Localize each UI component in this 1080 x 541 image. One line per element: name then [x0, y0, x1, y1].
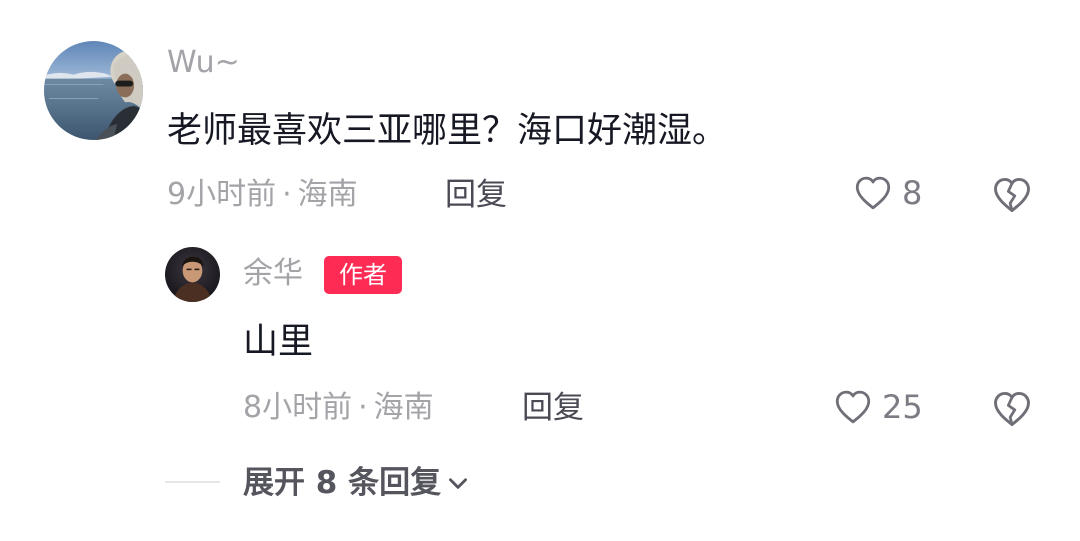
like-button[interactable]: 8 — [852, 172, 922, 214]
broken-heart-icon — [994, 177, 1030, 213]
meta-separator: · — [282, 177, 292, 212]
meta-separator: · — [358, 390, 368, 425]
heart-outline-icon — [855, 176, 891, 210]
reply-text: 山里 — [243, 322, 314, 362]
avatar-portrait-photo — [165, 247, 220, 302]
reply-author-avatar[interactable] — [165, 247, 220, 302]
commenter-avatar[interactable] — [44, 41, 143, 140]
comment-meta: 9小时前 · 海南 — [167, 177, 358, 213]
expand-replies-button[interactable]: 展开 8 条回复 — [243, 463, 471, 503]
comment-text: 老师最喜欢三亚哪里？海口好潮湿。 — [167, 111, 728, 151]
comment-thread: Wu~ 老师最喜欢三亚哪里？海口好潮湿。 9小时前 · 海南 回复 8 余华 作… — [0, 0, 1080, 541]
comment-time: 9小时前 — [167, 177, 277, 212]
avatar-landscape-photo — [44, 41, 143, 140]
expand-divider — [165, 481, 220, 483]
expand-replies-label: 展开 8 条回复 — [243, 465, 442, 501]
reply-time: 8小时前 — [243, 390, 353, 425]
reply-button[interactable]: 回复 — [445, 177, 507, 213]
commenter-username[interactable]: Wu~ — [167, 45, 240, 81]
reply-dislike-button[interactable] — [990, 387, 1034, 431]
reply-location: 海南 — [373, 390, 434, 425]
like-count: 8 — [902, 174, 923, 212]
reply-like-count: 25 — [882, 388, 923, 426]
chevron-down-icon — [449, 478, 468, 489]
reply-meta: 8小时前 · 海南 — [243, 390, 434, 426]
reply-like-button[interactable]: 25 — [832, 386, 923, 428]
broken-heart-icon — [994, 391, 1030, 427]
comment-location: 海南 — [297, 177, 358, 212]
author-badge: 作者 — [324, 256, 402, 294]
reply-to-reply-button[interactable]: 回复 — [522, 390, 584, 426]
reply-username[interactable]: 余华 — [243, 256, 303, 292]
dislike-button[interactable] — [990, 173, 1034, 217]
heart-outline-icon — [835, 390, 871, 424]
